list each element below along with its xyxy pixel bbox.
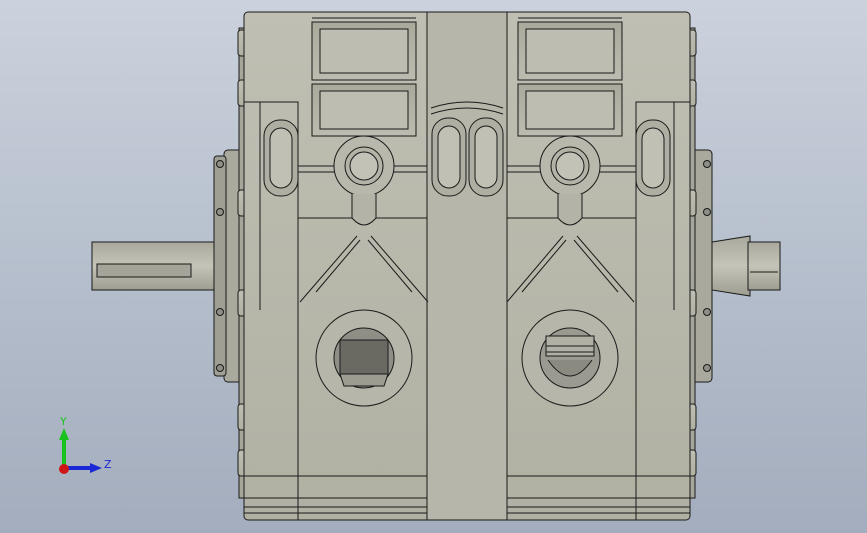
y-axis-arrow — [59, 428, 69, 440]
right-shaft — [711, 235, 781, 297]
z-axis-label: Z — [104, 458, 112, 471]
left-top-panels — [311, 17, 417, 137]
cad-viewport[interactable]: Y Z — [0, 0, 867, 533]
left-shaft — [91, 241, 229, 291]
right-port — [521, 309, 619, 407]
right-top-panels — [517, 17, 623, 137]
orientation-triad: Y Z — [59, 415, 112, 474]
left-port — [315, 309, 413, 407]
y-axis-label: Y — [59, 415, 67, 428]
center-divider — [426, 11, 508, 521]
gear-pump-3d-model[interactable] — [0, 0, 867, 533]
x-axis-dot — [59, 464, 69, 474]
z-axis-arrow — [90, 463, 102, 473]
